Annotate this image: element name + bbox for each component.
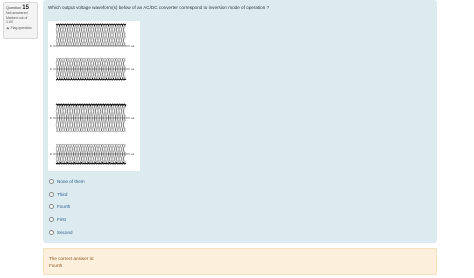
axis-omega-t-label: ωt [131, 67, 134, 71]
waveform-diagram: 0 ωt 0 ωt 0 ωt 0 ωt [50, 23, 134, 165]
question-points: 1.00 [6, 20, 13, 25]
flag-question-label: Flag question [10, 25, 32, 30]
feedback-title: The correct answer is: [49, 256, 95, 261]
radio-button[interactable] [49, 178, 54, 184]
flag-question-link[interactable]: ⚑ Flag question [6, 26, 35, 31]
answer-option-none[interactable]: None of them [49, 175, 85, 188]
question-info-panel: Question 15 Not answered Marked out of 1… [3, 2, 38, 39]
axis-zero-label: 0 [50, 152, 52, 156]
radio-button[interactable] [49, 217, 54, 223]
feedback-answer: Fourth [49, 263, 63, 268]
radio-button[interactable] [49, 204, 54, 210]
axis-zero-label: 0 [50, 44, 52, 48]
question-label: Question [6, 6, 22, 10]
answer-label: Fourth [57, 204, 71, 210]
radio-button[interactable] [49, 230, 54, 236]
question-text: Which output voltage waveform(s) below o… [48, 5, 270, 10]
answer-label: Second [57, 230, 73, 236]
answer-option-third[interactable]: Third [49, 188, 85, 201]
answer-label: None of them [57, 178, 85, 184]
answer-option-fourth[interactable]: Fourth [49, 201, 85, 214]
waveform-figure: 0 ωt 0 ωt 0 ωt 0 ωt [48, 21, 140, 171]
axis-omega-t-label: ωt [131, 44, 134, 48]
answer-options: None of them Third Fourth First Second [49, 175, 85, 239]
answer-label: First [57, 217, 66, 223]
question-content-panel: Which output voltage waveform(s) below o… [43, 0, 437, 243]
feedback-box: The correct answer is: Fourth [43, 248, 437, 275]
axis-omega-t-label: ωt [131, 116, 134, 120]
axis-zero-label: 0 [50, 116, 52, 120]
radio-button[interactable] [49, 191, 54, 197]
answer-option-second[interactable]: Second [49, 226, 85, 239]
answer-option-first[interactable]: First [49, 213, 85, 226]
answer-label: Third [57, 191, 68, 197]
output-voltage-waveform [55, 23, 127, 27]
output-voltage-waveform [55, 77, 127, 81]
axis-zero-label: 0 [50, 67, 52, 71]
axis-omega-t-label: ωt [131, 152, 134, 156]
flag-icon: ⚑ [6, 25, 10, 31]
